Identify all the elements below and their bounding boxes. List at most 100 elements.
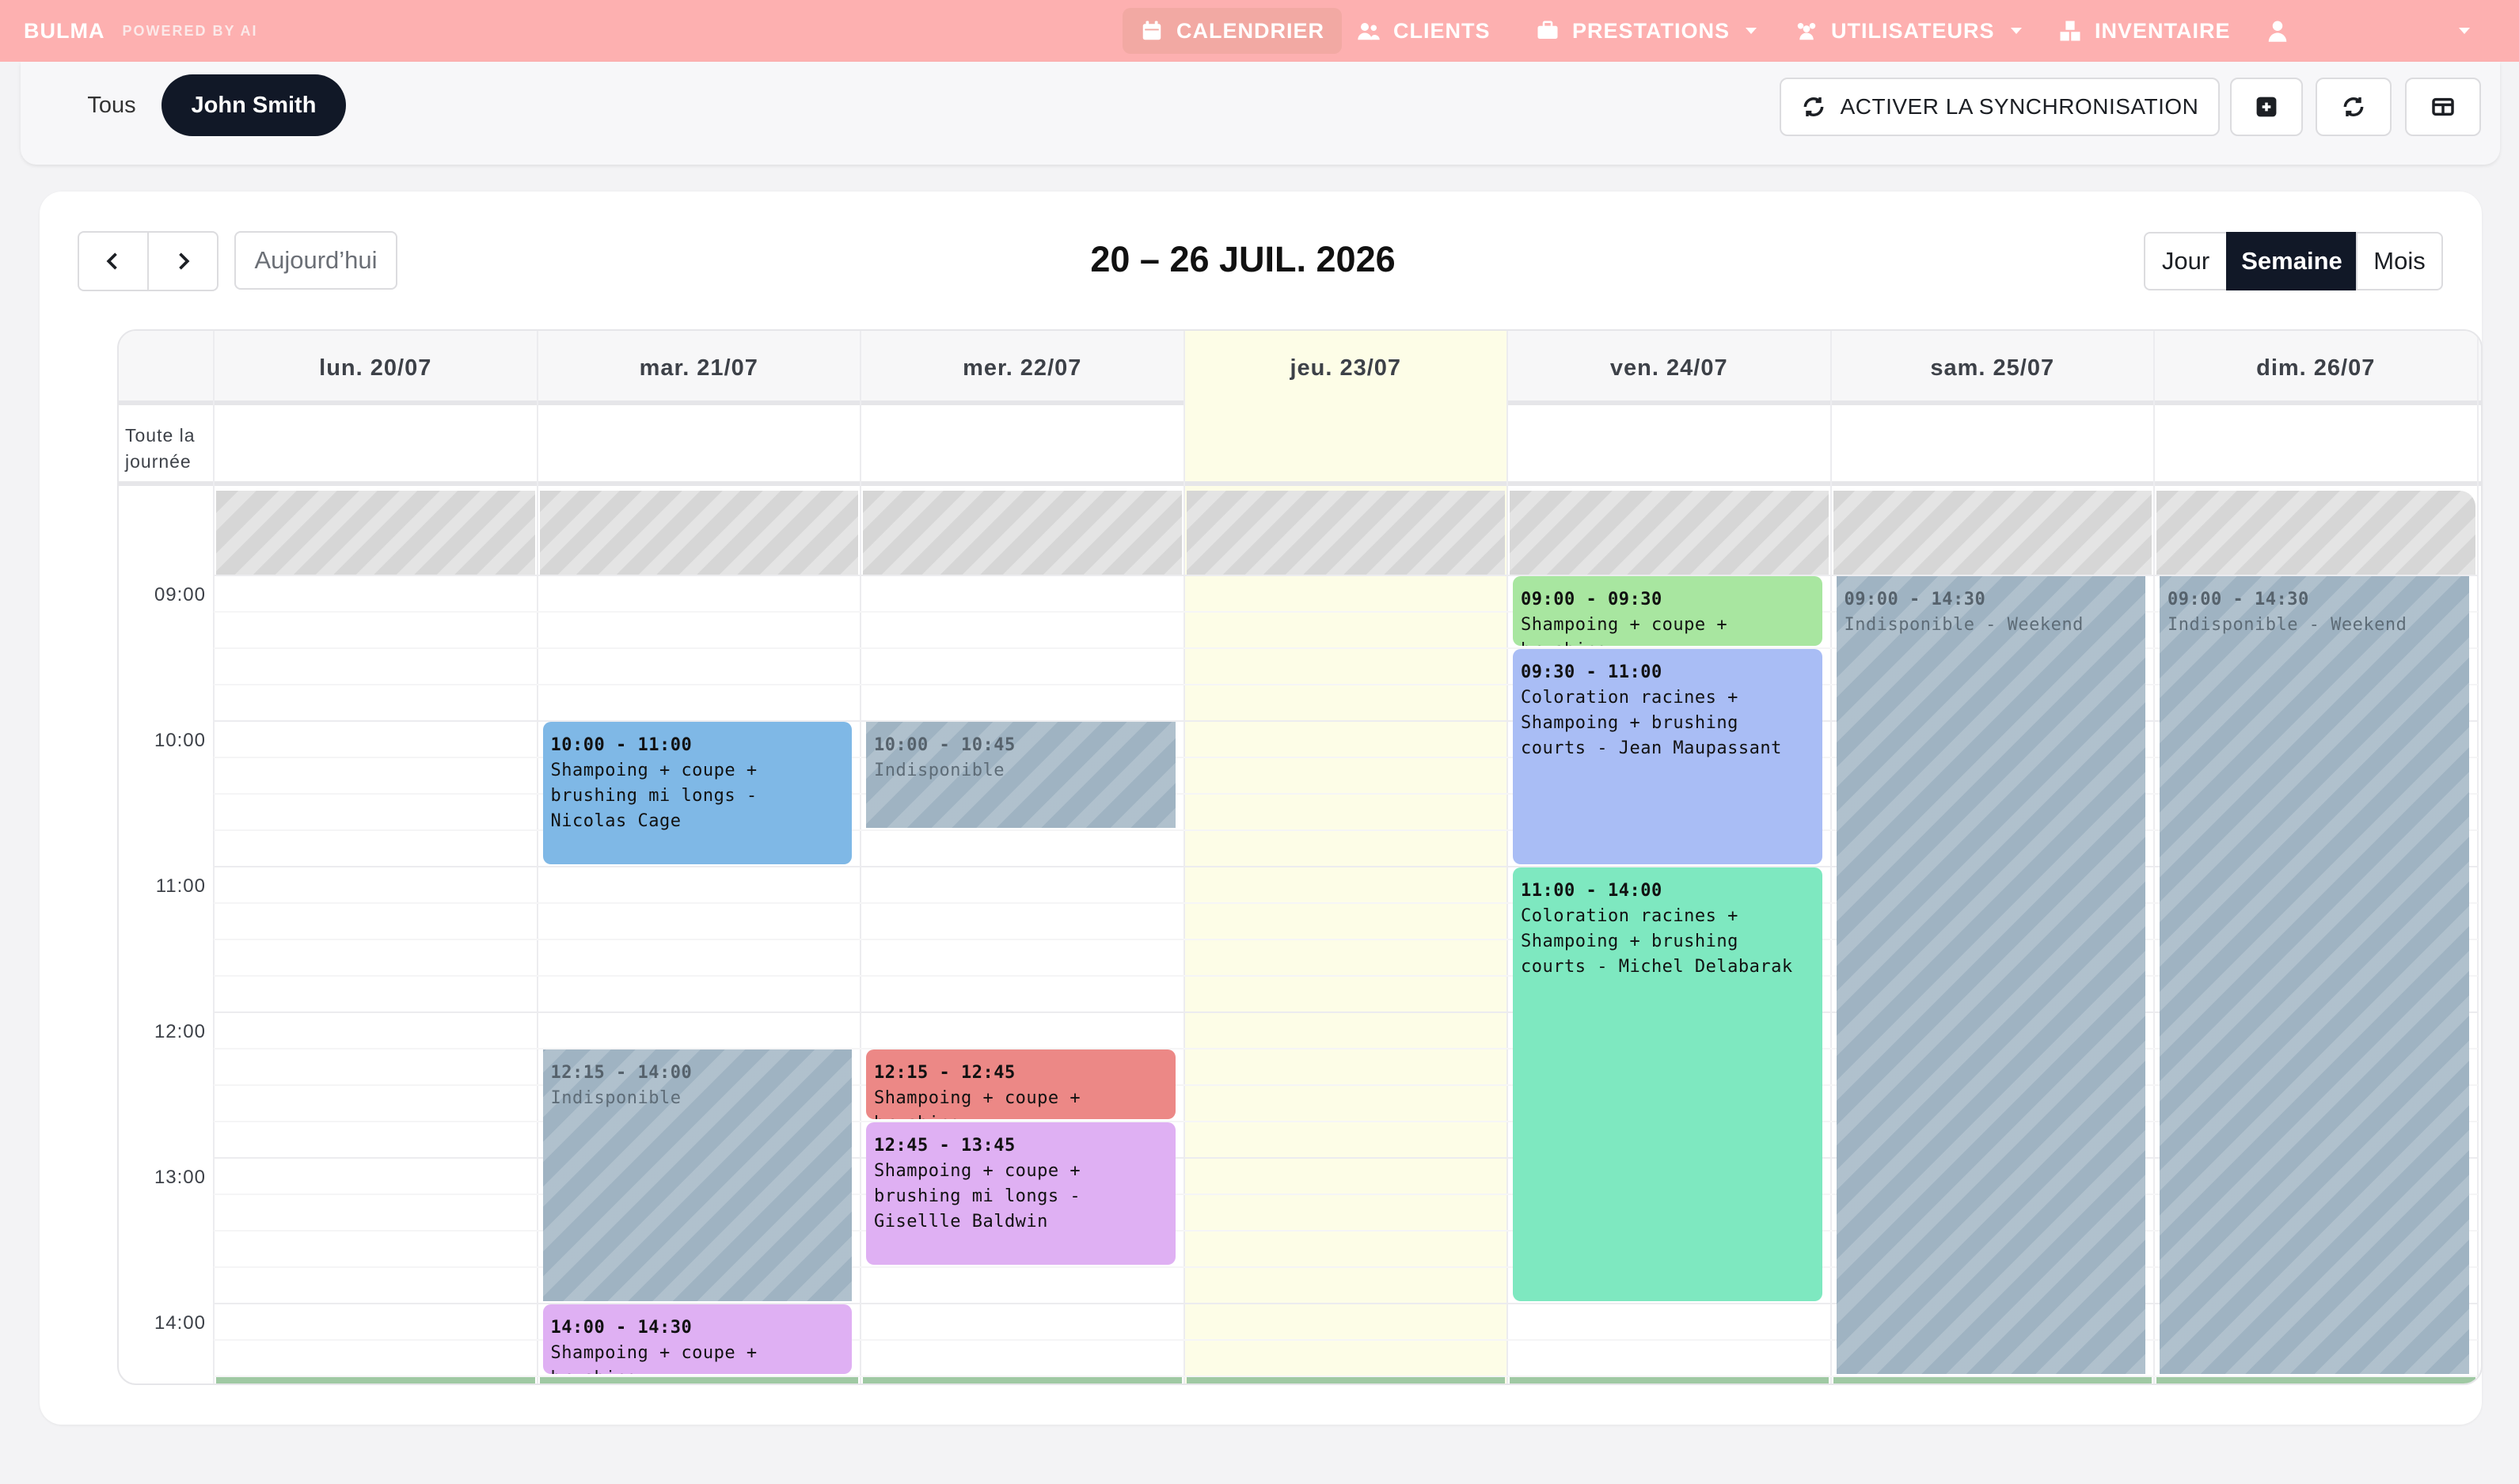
event-time: 12:45 - 13:45 xyxy=(874,1136,1016,1156)
today-button[interactable]: Aujourd’hui xyxy=(234,231,397,290)
calendar-title: 20 – 26 JUIL. 2026 xyxy=(1090,239,1396,279)
appointment-event[interactable]: 12:45 - 13:45 Shampoing + coupe + brushin… xyxy=(866,1122,1176,1265)
time-label: 14:00 xyxy=(154,1312,206,1334)
top-navbar: BULMA POWERED BY AI CALENDRIER CLIENTS P… xyxy=(0,0,2519,62)
closed-hours-band xyxy=(216,491,535,575)
event-time: 10:00 - 10:45 xyxy=(874,735,1016,755)
brand-tagline: POWERED BY AI xyxy=(122,22,258,39)
refresh-icon xyxy=(2343,97,2364,116)
event-title: Shampoing + coupe + brushing mi longs - … xyxy=(874,1161,1081,1232)
event-time: 10:00 - 11:00 xyxy=(550,735,693,755)
next-week-button[interactable] xyxy=(147,231,218,291)
event-time: 11:00 - 14:00 xyxy=(1521,881,1662,901)
next-slot-strip xyxy=(216,1377,535,1383)
brand-name: BULMA xyxy=(24,18,105,43)
column-divider xyxy=(2153,331,2155,1383)
event-title: Shampoing + coupe + brushing mi longs - … xyxy=(550,761,758,831)
day-header[interactable]: jeu. 23/07 xyxy=(1184,331,1507,405)
view-day-button[interactable]: Jour xyxy=(2144,232,2228,290)
view-month-button[interactable]: Mois xyxy=(2356,232,2443,290)
column-divider xyxy=(536,331,538,1383)
users-icon xyxy=(1358,23,1380,40)
closed-hours-band xyxy=(1833,491,2152,575)
view-week-button[interactable]: Semaine xyxy=(2226,232,2358,290)
event-title: Indisponible xyxy=(874,761,1005,780)
chevron-down-icon xyxy=(1746,28,1757,34)
appointment-event[interactable]: 14:00 - 14:30 Shampoing + coupe + brushin… xyxy=(542,1304,852,1374)
chevron-right-icon xyxy=(179,252,190,270)
next-slot-strip xyxy=(539,1377,858,1383)
day-header[interactable]: lun. 20/07 xyxy=(214,331,538,405)
chevron-down-icon xyxy=(2010,28,2022,34)
event-time: 12:15 - 14:00 xyxy=(550,1063,693,1083)
event-title: Indisponible xyxy=(550,1088,682,1108)
column-divider xyxy=(1183,331,1185,1383)
add-event-button[interactable] xyxy=(2230,78,2303,136)
time-label: 10:00 xyxy=(154,730,206,751)
week-grid: lun. 20/07 mar. 21/07 mer. 22/07 jeu. 23/07… xyxy=(117,329,2483,1385)
next-slot-strip xyxy=(1510,1377,1829,1383)
nav-inventaire[interactable]: INVENTAIRE xyxy=(2041,8,2248,54)
unavailable-block[interactable]: 12:15 - 14:00 Indisponible xyxy=(542,1049,852,1301)
column-divider xyxy=(1829,331,1832,1383)
day-header[interactable]: ven. 24/07 xyxy=(1507,331,1831,405)
user-icon xyxy=(2268,21,2287,42)
sync-button[interactable]: ACTIVER LA SYNCHRONISATION xyxy=(1780,78,2220,136)
nav-clients-label: CLIENTS xyxy=(1393,18,1491,43)
nav-clients[interactable]: CLIENTS xyxy=(1339,8,1508,54)
day-header[interactable]: mar. 21/07 xyxy=(538,331,861,405)
event-title: Coloration racines + Shampoing + brushin… xyxy=(1521,906,1793,977)
unavailable-block[interactable]: 10:00 - 10:45 Indisponible xyxy=(866,722,1176,828)
day-header[interactable]: mer. 22/07 xyxy=(861,331,1184,405)
calendar-card: Aujourd’hui 20 – 26 JUIL. 2026 Jour Sema… xyxy=(40,192,2483,1425)
nav-user-dropdown[interactable] xyxy=(2438,8,2487,54)
all-day-label: Toute la journée xyxy=(125,425,196,472)
nav-calendrier-label: CALENDRIER xyxy=(1176,18,1325,43)
nav-user-menu[interactable] xyxy=(2248,8,2307,54)
event-title: Shampoing + coupe + brushing xyxy=(874,1088,1081,1119)
appointment-event[interactable]: 12:15 - 12:45 Shampoing + coupe + brushin… xyxy=(866,1049,1176,1119)
appointment-event[interactable]: 09:30 - 11:00 Coloration racines + Shampo… xyxy=(1513,649,1822,864)
boxes-icon xyxy=(2060,21,2080,41)
chevron-left-icon xyxy=(106,252,117,270)
unavailable-block[interactable]: 09:00 - 14:30 Indisponible - Weekend xyxy=(1836,576,2145,1374)
day-header[interactable]: dim. 26/07 xyxy=(2154,331,2478,405)
appointment-event[interactable]: 09:00 - 09:30 Shampoing + coupe + brushin… xyxy=(1513,576,1822,646)
event-time: 12:15 - 12:45 xyxy=(874,1063,1016,1083)
day-header-row: lun. 20/07 mar. 21/07 mer. 22/07 jeu. 23/07… xyxy=(119,331,2481,405)
all-day-row[interactable]: Toute la journée xyxy=(119,410,2481,486)
nav-utilisateurs[interactable]: UTILISATEURS xyxy=(1777,8,2039,54)
filter-panel: Tous John Smith ACTIVER LA SYNCHRONISATI… xyxy=(21,62,2500,165)
event-time: 14:00 - 14:30 xyxy=(550,1318,693,1338)
time-label: 11:00 xyxy=(155,875,206,897)
brand[interactable]: BULMA POWERED BY AI xyxy=(24,0,258,62)
nav-prestations-label: PRESTATIONS xyxy=(1572,18,1731,43)
appointment-event[interactable]: 10:00 - 11:00 Shampoing + coupe + brushin… xyxy=(542,722,852,864)
next-slot-strip xyxy=(2156,1377,2475,1383)
unavailable-block[interactable]: 09:00 - 14:30 Indisponible - Weekend xyxy=(2160,576,2469,1374)
event-title: Indisponible - Weekend xyxy=(2168,615,2407,635)
chevron-down-icon xyxy=(2459,28,2470,34)
appointment-event[interactable]: 11:00 - 14:00 Coloration racines + Shampo… xyxy=(1513,867,1822,1301)
day-header[interactable]: sam. 25/07 xyxy=(1831,331,2155,405)
plus-square-icon xyxy=(2256,97,2277,117)
filter-all-button[interactable]: Tous xyxy=(52,74,171,136)
briefcase-icon xyxy=(1537,21,1558,39)
event-time: 09:00 - 09:30 xyxy=(1521,590,1662,609)
table-view-button[interactable] xyxy=(2405,78,2481,136)
event-title: Indisponible - Weekend xyxy=(1844,615,2084,635)
nav-calendrier[interactable]: CALENDRIER xyxy=(1123,8,1343,54)
nav-inventaire-label: INVENTAIRE xyxy=(2095,18,2231,43)
event-time: 09:00 - 14:30 xyxy=(1844,590,1986,609)
closed-hours-band xyxy=(1510,491,1829,575)
event-time: 09:00 - 14:30 xyxy=(2168,590,2309,609)
table-icon xyxy=(2432,97,2454,116)
refresh-button[interactable] xyxy=(2316,78,2392,136)
event-title: Shampoing + coupe + brushing xyxy=(1521,615,1728,646)
time-label: 13:00 xyxy=(154,1167,206,1188)
prev-week-button[interactable] xyxy=(78,231,149,291)
nav-prestations[interactable]: PRESTATIONS xyxy=(1518,8,1774,54)
filter-user-button[interactable]: John Smith xyxy=(161,74,346,136)
column-divider xyxy=(2476,331,2479,1383)
column-divider xyxy=(1506,331,1508,1383)
